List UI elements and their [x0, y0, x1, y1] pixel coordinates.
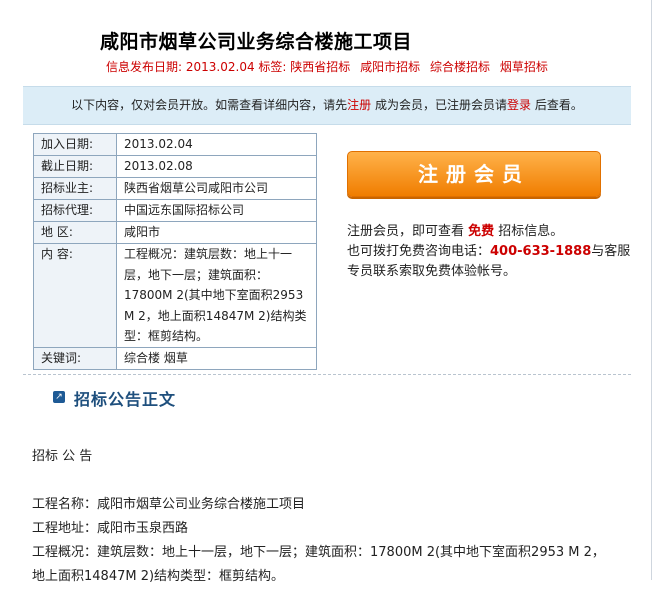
phone-number: 400-633-1888 — [490, 244, 592, 259]
project-overview: 工程概况：建筑层数：地上十一层，地下一层；建筑面积：17800M 2(其中地下室… — [32, 545, 605, 584]
table-row: 加入日期: 2013.02.04 — [33, 133, 317, 156]
tags-label: 标签: — [258, 60, 287, 74]
notice-prefix: 以下内容，仅对会员开放。如需查看详细内容，请先 — [71, 98, 348, 112]
tag-link[interactable]: 烟草招标 — [500, 60, 548, 74]
register-line2-prefix: 也可拨打免费咨询电话： — [347, 244, 491, 259]
info-value: 陕西省烟草公司咸阳市公司 — [116, 177, 317, 200]
info-value: 2013.02.08 — [116, 155, 317, 178]
table-row: 招标业主: 陕西省烟草公司咸阳市公司 — [33, 177, 317, 200]
info-key: 招标代理: — [33, 199, 117, 222]
project-name: 工程名称：咸阳市烟草公司业务综合楼施工项目 — [32, 497, 306, 512]
register-line-1: 注册会员，即可查看 免费 招标信息。 — [347, 222, 637, 242]
members-only-notice: 以下内容，仅对会员开放。如需查看详细内容，请先注册 成为会员，已注册会员请登录 … — [23, 86, 631, 125]
info-key: 加入日期: — [33, 133, 117, 156]
tender-info-table: 加入日期: 2013.02.04 截止日期: 2013.02.08 招标业主: … — [33, 133, 317, 370]
info-value: 中国远东国际招标公司 — [116, 199, 317, 222]
tag-link[interactable]: 陕西省招标 — [290, 60, 350, 74]
register-line1-suffix: 招标信息。 — [494, 224, 564, 239]
announcement-body: 招标 公 告 工程名称：咸阳市烟草公司业务综合楼施工项目 工程地址：咸阳市玉泉西… — [32, 445, 612, 589]
page-right-border — [651, 0, 652, 580]
section-divider — [23, 374, 631, 375]
table-row: 招标代理: 中国远东国际招标公司 — [33, 199, 317, 222]
page-title: 咸阳市烟草公司业务综合楼施工项目 — [100, 31, 413, 53]
tag-link[interactable]: 综合楼招标 — [430, 60, 490, 74]
info-value: 咸阳市 — [116, 221, 317, 244]
register-member-button[interactable]: 注册会员 — [347, 151, 601, 197]
table-row: 截止日期: 2013.02.08 — [33, 155, 317, 178]
announcement-heading: 招标 公 告 — [32, 449, 93, 464]
free-label: 免费 — [468, 224, 495, 239]
table-row: 关键词: 综合楼 烟草 — [33, 346, 317, 370]
publish-label: 信息发布日期: — [106, 60, 183, 74]
info-value: 综合楼 烟草 — [116, 346, 317, 370]
info-key: 内 容: — [33, 243, 117, 348]
info-key: 地 区: — [33, 221, 117, 244]
notice-suffix: 后查看。 — [531, 98, 583, 112]
publish-date: 2013.02.04 — [185, 60, 255, 74]
register-line1-prefix: 注册会员，即可查看 — [347, 224, 469, 239]
register-info-text: 注册会员，即可查看 免费 招标信息。 也可拨打免费咨询电话：400-633-18… — [347, 222, 637, 282]
tag-link[interactable]: 咸阳市招标 — [360, 60, 420, 74]
login-link[interactable]: 登录 — [507, 98, 531, 112]
project-address: 工程地址：咸阳市玉泉西路 — [32, 521, 189, 536]
notice-middle: 成为会员，已注册会员请 — [371, 98, 507, 112]
info-value: 2013.02.04 — [116, 133, 317, 156]
arrow-square-icon: ↗ — [53, 391, 65, 403]
section-title: 招标公告正文 — [74, 390, 177, 409]
publish-meta: 信息发布日期: 2013.02.04 标签: 陕西省招标 咸阳市招标 综合楼招标… — [106, 58, 554, 75]
info-value: 工程概况：建筑层数：地上十一层，地下一层；建筑面积：17800M 2(其中地下室… — [116, 243, 317, 348]
info-key: 招标业主: — [33, 177, 117, 200]
info-key: 截止日期: — [33, 155, 117, 178]
table-row: 内 容: 工程概况：建筑层数：地上十一层，地下一层；建筑面积：17800M 2(… — [33, 243, 317, 348]
table-row: 地 区: 咸阳市 — [33, 221, 317, 244]
info-key: 关键词: — [33, 346, 117, 370]
register-link[interactable]: 注册 — [347, 98, 371, 112]
register-line-2: 也可拨打免费咨询电话：400-633-1888与客服专员联系索取免费体验帐号。 — [347, 242, 637, 282]
